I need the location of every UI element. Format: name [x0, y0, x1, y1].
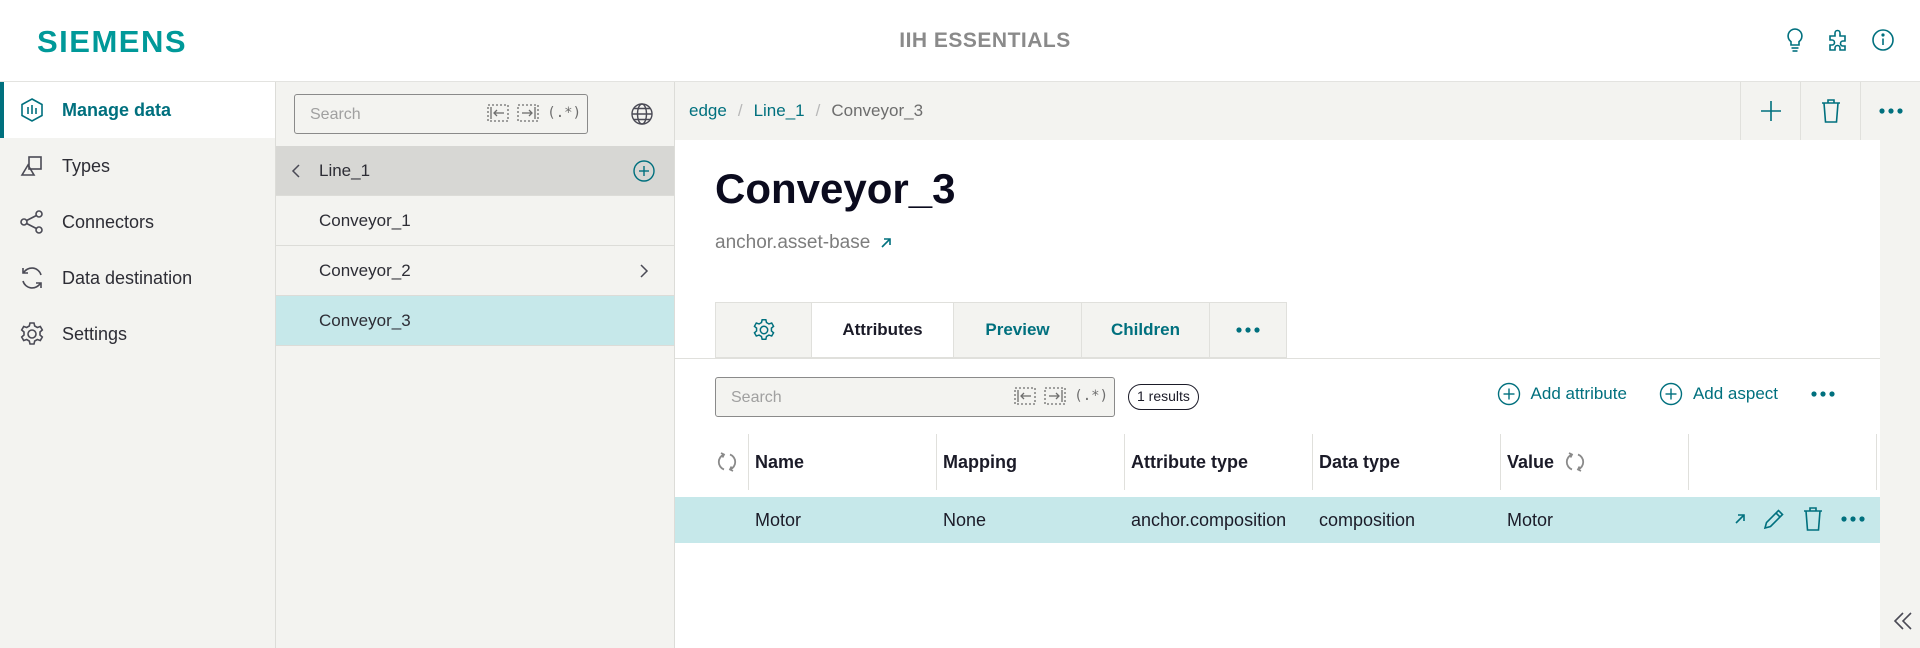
tree-item-label: Conveyor_3 [319, 310, 411, 330]
column-header-attribute-type[interactable]: Attribute type [1125, 434, 1313, 490]
nav-label: Connectors [62, 211, 155, 232]
search-placeholder: Search [731, 389, 782, 406]
refresh-icon[interactable] [705, 434, 749, 490]
attribute-search-input[interactable]: Search (.*) [715, 377, 1115, 417]
chevron-left-icon[interactable] [290, 163, 302, 179]
breadcrumb-separator: / [737, 101, 743, 120]
column-header-value-label: Value [1507, 451, 1555, 472]
puzzle-icon[interactable] [1826, 26, 1852, 54]
page-title: Conveyor_3 [715, 165, 956, 212]
nav-label: Data destination [62, 267, 193, 288]
nav-label: Manage data [62, 99, 172, 120]
connectors-icon [18, 208, 46, 236]
tree-parent-line-1[interactable]: Line_1 [276, 146, 674, 196]
settings-icon [18, 320, 46, 348]
nav-item-manage-data[interactable]: Manage data [0, 82, 275, 138]
column-header-name[interactable]: Name [749, 434, 937, 490]
main-panel: edge / Line_1 / Conveyor_3 Conveyor_3 an… [675, 82, 1920, 648]
tree-item-conveyor-2[interactable]: Conveyor_2 [276, 246, 674, 296]
more-options-icon[interactable] [1840, 515, 1866, 523]
regex-toggle[interactable]: (.*) [1074, 388, 1108, 404]
tree-item-label: Conveyor_1 [319, 210, 411, 230]
chevron-right-icon[interactable] [638, 263, 650, 279]
tab-settings[interactable] [716, 303, 812, 357]
add-asset-button[interactable] [1740, 82, 1800, 140]
breadcrumb-item-current: Conveyor_3 [831, 101, 924, 120]
breadcrumb: edge / Line_1 / Conveyor_3 [689, 101, 923, 121]
cell-attribute-type: anchor.composition [1131, 510, 1287, 530]
asset-type-label: anchor.asset-base [715, 232, 871, 253]
add-attribute-button[interactable]: Add attribute [1497, 382, 1627, 406]
column-header-mapping[interactable]: Mapping [937, 434, 1125, 490]
delete-icon[interactable] [1802, 506, 1824, 532]
tree-item-conveyor-3[interactable]: Conveyor_3 [276, 296, 674, 346]
match-end-icon[interactable] [517, 104, 539, 122]
cell-value: Motor [1507, 510, 1554, 530]
add-child-icon[interactable] [632, 159, 656, 183]
types-icon [18, 152, 46, 180]
data-destination-icon [18, 264, 46, 292]
nav-label: Types [62, 155, 111, 176]
app-header: SIEMENS IIH ESSENTIALS [0, 0, 1920, 82]
results-badge: 1 results [1128, 384, 1199, 410]
info-icon[interactable] [1870, 26, 1896, 54]
delete-asset-button[interactable] [1800, 82, 1860, 140]
divider [675, 358, 1880, 359]
match-end-icon[interactable] [1044, 387, 1066, 405]
cell-data-type: composition [1319, 510, 1416, 530]
tab-preview[interactable]: Preview [954, 303, 1082, 357]
search-placeholder: Search [310, 106, 361, 123]
match-start-icon[interactable] [1014, 387, 1036, 405]
more-options-icon [1236, 327, 1260, 333]
column-header-value[interactable]: Value [1501, 434, 1689, 490]
manage-data-icon [18, 96, 46, 124]
tab-children[interactable]: Children [1082, 303, 1210, 357]
refresh-icon[interactable] [1564, 451, 1586, 473]
regex-toggle[interactable]: (.*) [547, 105, 581, 121]
lightbulb-icon[interactable] [1782, 26, 1808, 54]
tree-item-label: Line_1 [319, 160, 371, 180]
add-aspect-label: Add aspect [1692, 384, 1778, 403]
more-options-icon[interactable] [1810, 390, 1836, 398]
table-row[interactable]: Motor None anchor.composition compositio… [675, 497, 1880, 543]
nav-item-connectors[interactable]: Connectors [0, 194, 275, 250]
asset-type-link[interactable]: anchor.asset-base [715, 232, 892, 254]
globe-icon[interactable] [630, 102, 654, 126]
tree-item-label: Conveyor_2 [319, 260, 411, 280]
column-header-actions [1689, 434, 1877, 490]
external-link-icon[interactable] [1734, 513, 1746, 525]
external-link-icon[interactable] [880, 237, 892, 249]
gear-icon [751, 317, 777, 343]
nav-item-settings[interactable]: Settings [0, 306, 275, 362]
app-title: IIH ESSENTIALS [899, 29, 1071, 52]
tab-bar: Attributes Preview Children [715, 302, 1287, 358]
tab-more[interactable] [1210, 303, 1286, 357]
breadcrumb-separator: / [815, 101, 821, 120]
cell-name: Motor [755, 510, 802, 530]
nav-item-data-destination[interactable]: Data destination [0, 250, 275, 306]
breadcrumb-item-line-1[interactable]: Line_1 [754, 101, 805, 121]
table-header: Name Mapping Attribute type Data type Va… [675, 434, 1880, 490]
tab-attributes[interactable]: Attributes [812, 303, 954, 357]
cell-mapping: None [943, 510, 987, 530]
asset-tree-panel: Search (.*) Line_1 Conveyor_1 Conveyor_2 [276, 82, 675, 648]
add-attribute-label: Add attribute [1530, 384, 1627, 403]
breadcrumb-item-edge[interactable]: edge [689, 101, 727, 121]
nav-label: Settings [62, 323, 128, 344]
edit-icon[interactable] [1762, 507, 1786, 531]
plus-circle-icon [1659, 382, 1683, 406]
nav-item-types[interactable]: Types [0, 138, 275, 194]
column-header-data-type[interactable]: Data type [1313, 434, 1501, 490]
add-aspect-button[interactable]: Add aspect [1659, 382, 1778, 406]
more-options-icon[interactable] [1860, 82, 1920, 140]
match-start-icon[interactable] [487, 104, 509, 122]
sidebar-nav: Manage data Types Connectors Data destin… [0, 82, 276, 648]
asset-details: Conveyor_3 anchor.asset-base Attributes … [675, 140, 1880, 648]
breadcrumb-bar: edge / Line_1 / Conveyor_3 [675, 82, 1920, 140]
plus-circle-icon [1497, 382, 1521, 406]
tree-item-conveyor-1[interactable]: Conveyor_1 [276, 196, 674, 246]
collapse-panel-icon[interactable] [1892, 610, 1914, 632]
tree-search-input[interactable]: Search (.*) [294, 94, 588, 134]
